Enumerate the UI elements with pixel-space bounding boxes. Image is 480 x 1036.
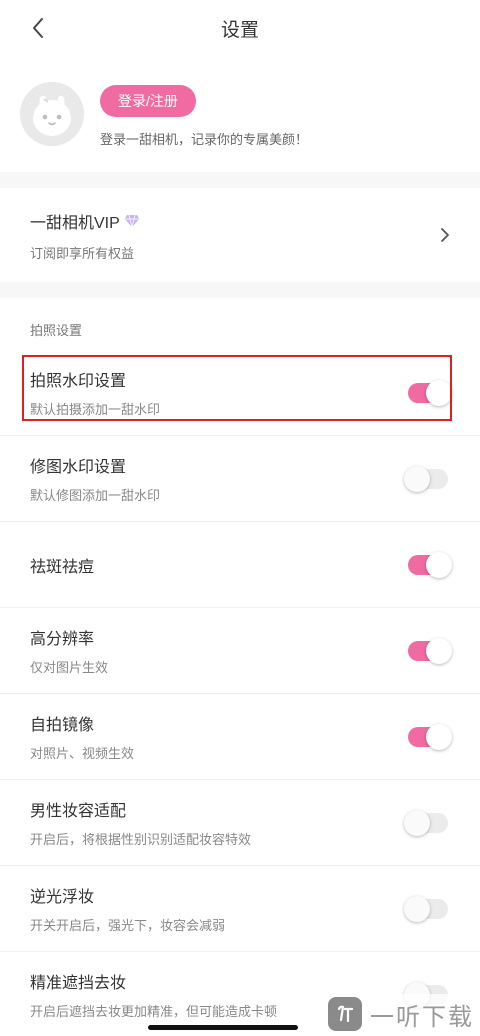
selfie-mirror-toggle[interactable] <box>408 723 452 750</box>
setting-title: 精准遮挡去妆 <box>30 975 127 992</box>
setting-title: 高分辨率 <box>30 631 95 648</box>
setting-backlight-makeup: 逆光浮妆 开关开启后，强光下，妆容会减弱 <box>0 866 480 952</box>
profile-section: 登录/注册 登录一甜相机，记录你的专属美颜！ <box>0 56 480 172</box>
blemish-removal-toggle[interactable] <box>408 551 452 578</box>
edit-watermark-toggle[interactable] <box>404 465 448 492</box>
back-button[interactable] <box>22 12 54 44</box>
setting-subtitle: 默认拍摄添加一甜水印 <box>30 402 161 417</box>
setting-subtitle: 开关开启后，强光下，妆容会减弱 <box>30 918 226 933</box>
watermark-text: 一听下载 <box>370 1003 474 1031</box>
setting-title: 逆光浮妆 <box>30 889 95 906</box>
high-resolution-toggle[interactable] <box>408 637 452 664</box>
default-avatar-icon <box>20 82 84 146</box>
setting-title: 修图水印设置 <box>30 459 127 476</box>
avatar[interactable] <box>20 82 84 146</box>
settings-list: 拍照水印设置 默认拍摄添加一甜水印 修图水印设置 默认修图添加一甜水印 祛斑祛痘… <box>0 350 480 1036</box>
setting-edit-watermark: 修图水印设置 默认修图添加一甜水印 <box>0 436 480 522</box>
toggle-knob <box>426 379 452 406</box>
vip-row[interactable]: 一甜相机VIP 订阅即享所有权益 <box>0 188 480 282</box>
chevron-right-icon <box>440 227 450 243</box>
diamond-icon <box>124 214 140 228</box>
backlight-makeup-toggle[interactable] <box>404 895 448 922</box>
setting-subtitle: 对照片、视频生效 <box>30 746 135 761</box>
photo-watermark-toggle[interactable] <box>408 379 452 406</box>
setting-subtitle: 默认修图添加一甜水印 <box>30 488 161 503</box>
setting-subtitle: 开启后遮挡去妆更加精准，但可能造成卡顿 <box>30 1004 278 1019</box>
setting-title: 拍照水印设置 <box>30 373 127 390</box>
setting-subtitle: 开启后，将根据性别识别适配妆容特效 <box>30 832 252 847</box>
watermark-logo-icon <box>328 997 362 1031</box>
section-label-photo-settings: 拍照设置 <box>30 323 83 338</box>
setting-high-resolution: 高分辨率 仅对图片生效 <box>0 608 480 694</box>
login-register-button[interactable]: 登录/注册 <box>100 84 196 117</box>
profile-description: 登录一甜相机，记录你的专属美颜！ <box>100 131 309 147</box>
setting-title: 祛斑祛痘 <box>30 558 95 576</box>
setting-title: 男性妆容适配 <box>30 803 127 820</box>
setting-blemish-removal: 祛斑祛痘 <box>0 522 480 608</box>
section-divider <box>0 172 480 188</box>
setting-male-makeup: 男性妆容适配 开启后，将根据性别识别适配妆容特效 <box>0 780 480 866</box>
setting-title: 自拍镜像 <box>30 717 95 734</box>
section-divider <box>0 282 480 298</box>
toggle-knob <box>404 465 430 492</box>
male-makeup-toggle[interactable] <box>404 809 448 836</box>
page-title: 设置 <box>220 19 259 41</box>
vip-subtitle: 订阅即享所有权益 <box>30 245 135 261</box>
toggle-knob <box>426 637 452 664</box>
header: 设置 <box>0 0 480 56</box>
toggle-knob <box>426 551 452 578</box>
toggle-knob <box>426 723 452 750</box>
setting-subtitle: 仅对图片生效 <box>30 660 109 675</box>
toggle-knob <box>404 809 430 836</box>
chevron-left-icon <box>33 18 43 38</box>
home-indicator[interactable] <box>148 1025 298 1030</box>
setting-photo-watermark: 拍照水印设置 默认拍摄添加一甜水印 <box>0 350 480 436</box>
vip-title: 一甜相机VIP <box>30 214 120 232</box>
toggle-knob <box>404 895 430 922</box>
site-watermark: 一听下载 <box>322 994 474 1034</box>
setting-selfie-mirror: 自拍镜像 对照片、视频生效 <box>0 694 480 780</box>
